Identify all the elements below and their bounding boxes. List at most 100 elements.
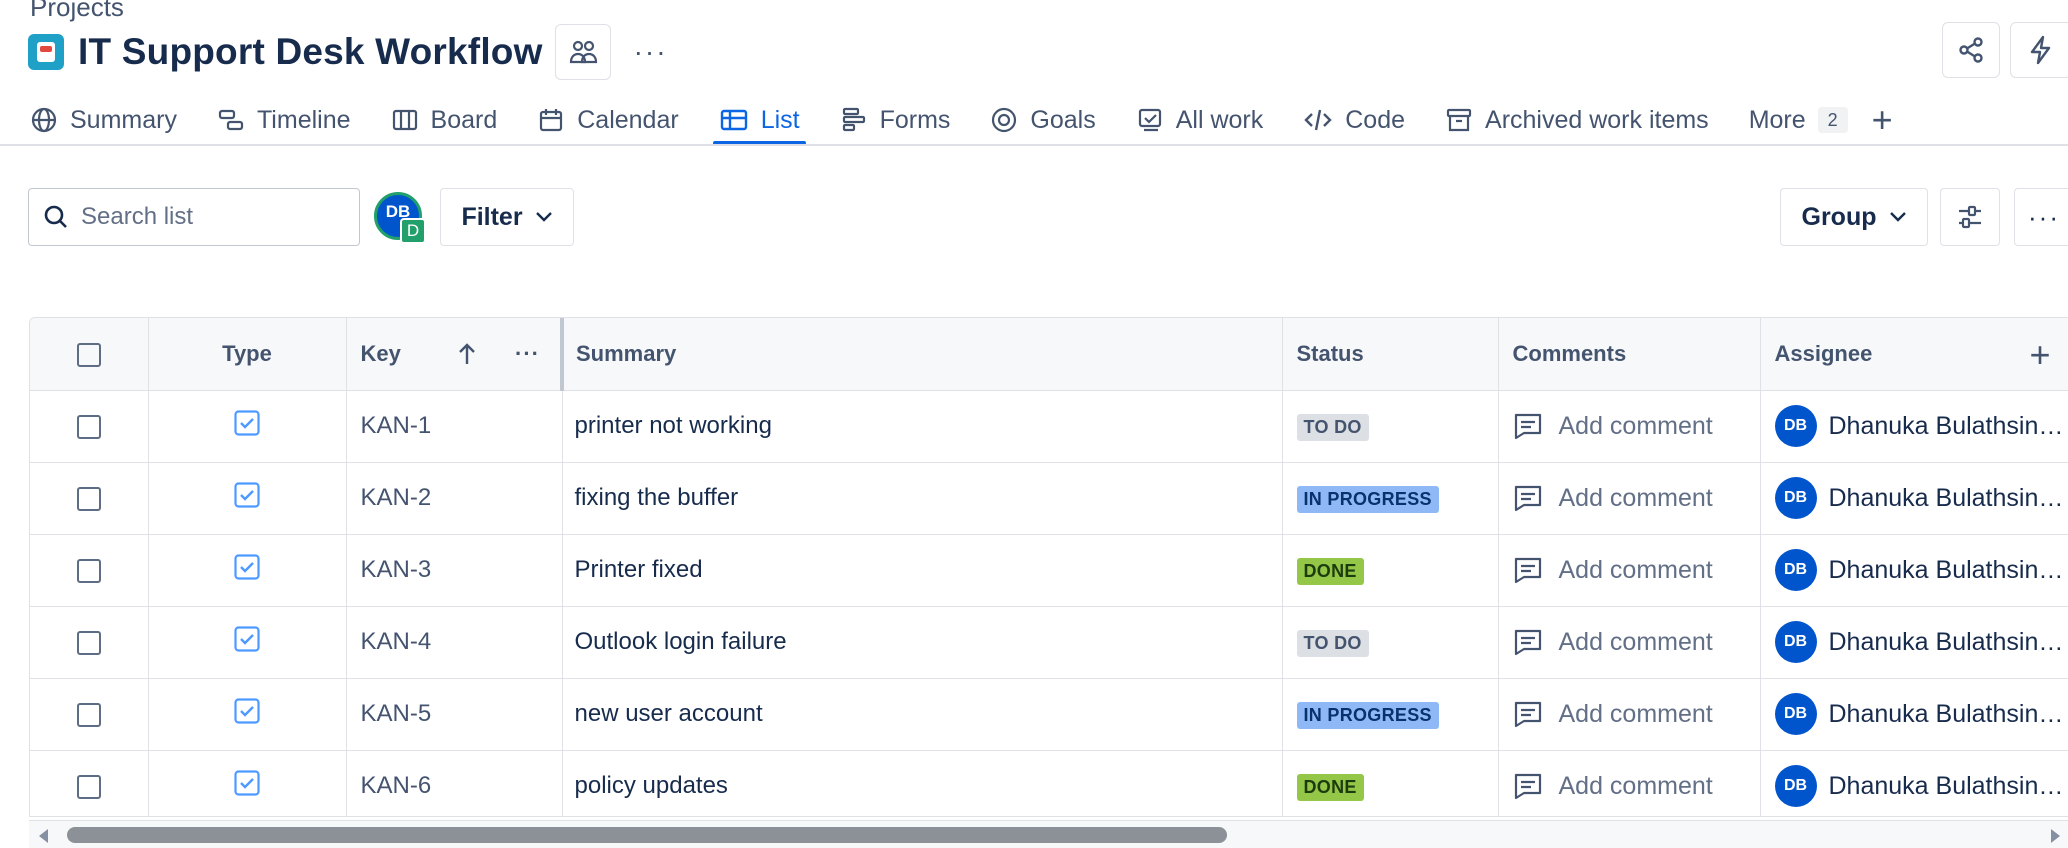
status-badge[interactable]: DONE: [1296, 773, 1364, 801]
key-cell[interactable]: KAN-3: [346, 534, 563, 607]
column-header-comments[interactable]: Comments: [1498, 318, 1761, 391]
add-comment-link[interactable]: Add comment: [1559, 556, 1713, 585]
task-type-icon[interactable]: [234, 481, 260, 508]
table-row[interactable]: KAN-2 fixing the buffer IN PROGRESS Add …: [30, 462, 2068, 535]
issue-key[interactable]: KAN-5: [361, 700, 432, 727]
tab-goals[interactable]: Goals: [990, 95, 1096, 145]
key-cell[interactable]: KAN-6: [346, 750, 563, 816]
issue-summary[interactable]: Outlook login failure: [575, 628, 787, 655]
comments-cell[interactable]: Add comment: [1498, 462, 1761, 535]
tab-archived-work-items[interactable]: Archived work items: [1445, 95, 1709, 145]
avatar-filter[interactable]: DB D: [374, 192, 426, 244]
tab-board[interactable]: Board: [391, 95, 497, 145]
column-more-icon[interactable]: ···: [515, 341, 540, 367]
tab-forms[interactable]: Forms: [840, 95, 950, 145]
status-badge[interactable]: IN PROGRESS: [1296, 485, 1439, 513]
status-cell[interactable]: TO DO: [1282, 390, 1499, 463]
assignee-cell[interactable]: DB Dhanuka Bulathsing...: [1760, 462, 2068, 535]
table-row[interactable]: KAN-5 new user account IN PROGRESS Add c…: [30, 678, 2068, 751]
row-checkbox[interactable]: [76, 558, 101, 583]
group-button[interactable]: Group: [1780, 188, 1928, 246]
issue-key[interactable]: KAN-3: [361, 556, 432, 583]
issue-summary[interactable]: policy updates: [575, 772, 728, 799]
add-comment-link[interactable]: Add comment: [1559, 772, 1713, 801]
assignee-cell[interactable]: DB Dhanuka Bulathsing...: [1760, 534, 2068, 607]
issue-key[interactable]: KAN-4: [361, 628, 432, 655]
table-row[interactable]: KAN-4 Outlook login failure TO DO Add co…: [30, 606, 2068, 679]
status-badge[interactable]: TO DO: [1296, 629, 1369, 657]
summary-cell[interactable]: policy updates: [562, 750, 1283, 816]
row-checkbox[interactable]: [76, 630, 101, 655]
column-header-type[interactable]: Type: [148, 318, 347, 391]
tab-more[interactable]: More 2: [1749, 95, 1848, 145]
tab-summary[interactable]: Summary: [30, 95, 177, 145]
tab-calendar[interactable]: Calendar: [537, 95, 679, 145]
add-column-button[interactable]: +: [2018, 336, 2062, 376]
issue-summary[interactable]: Printer fixed: [575, 556, 703, 583]
task-type-icon[interactable]: [234, 769, 260, 796]
summary-cell[interactable]: new user account: [562, 678, 1283, 751]
row-checkbox[interactable]: [76, 774, 101, 799]
task-type-icon[interactable]: [234, 409, 260, 436]
share-button[interactable]: [1942, 22, 2000, 78]
comments-cell[interactable]: Add comment: [1498, 750, 1761, 816]
sort-ascending-icon[interactable]: [457, 342, 477, 366]
issue-summary[interactable]: new user account: [575, 700, 763, 727]
row-checkbox[interactable]: [76, 414, 101, 439]
issue-key[interactable]: KAN-1: [361, 412, 432, 439]
comments-cell[interactable]: Add comment: [1498, 390, 1761, 463]
comments-cell[interactable]: Add comment: [1498, 534, 1761, 607]
tab-list[interactable]: List: [712, 95, 806, 145]
column-header-key[interactable]: Key ···: [346, 318, 564, 391]
issue-summary[interactable]: fixing the buffer: [575, 484, 739, 511]
assignee-cell[interactable]: DB Dhanuka Bulathsing...: [1760, 678, 2068, 751]
status-badge[interactable]: DONE: [1296, 557, 1364, 585]
tab-code[interactable]: Code: [1303, 95, 1405, 145]
toolbar-more-button[interactable]: ···: [2014, 188, 2068, 246]
task-type-icon[interactable]: [234, 697, 260, 724]
add-tab-button[interactable]: +: [1872, 95, 1893, 145]
summary-cell[interactable]: printer not working: [562, 390, 1283, 463]
filter-button[interactable]: Filter: [440, 188, 574, 246]
summary-cell[interactable]: fixing the buffer: [562, 462, 1283, 535]
status-cell[interactable]: DONE: [1282, 750, 1499, 816]
row-checkbox[interactable]: [76, 486, 101, 511]
key-cell[interactable]: KAN-2: [346, 462, 563, 535]
summary-cell[interactable]: Outlook login failure: [562, 606, 1283, 679]
breadcrumb[interactable]: Projects: [30, 0, 124, 23]
issue-key[interactable]: KAN-6: [361, 772, 432, 799]
status-cell[interactable]: IN PROGRESS: [1282, 678, 1499, 751]
add-comment-link[interactable]: Add comment: [1559, 484, 1713, 513]
column-header-summary[interactable]: Summary: [562, 318, 1283, 391]
team-button[interactable]: [554, 24, 611, 80]
assignee-cell[interactable]: DB Dhanuka Bulathsing...: [1760, 606, 2068, 679]
view-settings-button[interactable]: [1940, 188, 2000, 246]
issue-summary[interactable]: printer not working: [575, 412, 772, 439]
search-box[interactable]: [28, 188, 360, 246]
scrollbar-thumb[interactable]: [67, 827, 1227, 843]
column-header-status[interactable]: Status: [1282, 318, 1499, 391]
status-badge[interactable]: TO DO: [1296, 413, 1369, 441]
key-cell[interactable]: KAN-5: [346, 678, 563, 751]
assignee-cell[interactable]: DB Dhanuka Bulathsing...: [1760, 390, 2068, 463]
task-type-icon[interactable]: [234, 625, 260, 652]
scroll-right-icon[interactable]: [2051, 829, 2060, 843]
automation-button[interactable]: [2010, 22, 2068, 78]
add-comment-link[interactable]: Add comment: [1559, 628, 1713, 657]
status-cell[interactable]: DONE: [1282, 534, 1499, 607]
status-cell[interactable]: IN PROGRESS: [1282, 462, 1499, 535]
table-row[interactable]: KAN-3 Printer fixed DONE Add comment DB …: [30, 534, 2068, 607]
more-actions-button[interactable]: ···: [623, 24, 679, 80]
comments-cell[interactable]: Add comment: [1498, 606, 1761, 679]
comments-cell[interactable]: Add comment: [1498, 678, 1761, 751]
table-row[interactable]: KAN-1 printer not working TO DO Add comm…: [30, 390, 2068, 463]
row-checkbox[interactable]: [76, 702, 101, 727]
table-row[interactable]: KAN-6 policy updates DONE Add comment DB…: [30, 750, 2068, 816]
tab-timeline[interactable]: Timeline: [217, 95, 351, 145]
search-input[interactable]: [81, 203, 341, 231]
task-type-icon[interactable]: [234, 553, 260, 580]
assignee-cell[interactable]: DB Dhanuka Bulathsing...: [1760, 750, 2068, 816]
key-cell[interactable]: KAN-4: [346, 606, 563, 679]
key-cell[interactable]: KAN-1: [346, 390, 563, 463]
issue-key[interactable]: KAN-2: [361, 484, 432, 511]
